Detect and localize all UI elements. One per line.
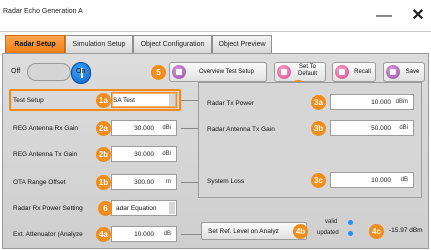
set-ref-level-label: Set Ref. Level on Analyz <box>208 228 279 235</box>
tab-simulation-setup[interactable]: Simulation Setup <box>65 35 133 53</box>
badge-2a: 2a <box>96 121 111 136</box>
connector-line <box>181 234 201 235</box>
test-setup-select[interactable]: SA Test <box>111 92 177 108</box>
window-title: Radar Echo Generation A <box>3 8 83 15</box>
badge-4c: 4c <box>369 224 384 239</box>
radar-antenna-tx-gain-unit: dBi <box>399 125 408 131</box>
system-loss-value: 10.000 <box>371 177 391 184</box>
save-label: Save <box>405 69 420 75</box>
save-button[interactable]: Save <box>383 62 425 82</box>
ext-attenuator-field[interactable]: 10.000 dB <box>111 226 177 242</box>
radar-tx-power-value: 10.000 <box>371 99 391 106</box>
test-setup-label: Test Setup <box>13 97 44 104</box>
system-loss-field[interactable]: 10.000 dB <box>330 172 414 188</box>
badge-1a: 1a <box>96 93 111 108</box>
rx-power-setting-select[interactable]: adar Equation <box>111 200 177 216</box>
badge-3b: 3b <box>311 121 326 136</box>
set-ref-level-button[interactable]: Set Ref. Level on Analyz <box>201 222 307 240</box>
updated-label: updated <box>317 230 339 236</box>
rx-power-setting-label: Radar Rx Power Setting <box>13 205 83 212</box>
set-default-line2: Default <box>297 71 317 77</box>
ota-range-offset-label: OTA Range Offset <box>13 179 66 186</box>
save-icon <box>386 65 400 79</box>
recall-icon <box>335 65 349 79</box>
radar-antenna-tx-gain-value: 50.000 <box>371 125 391 132</box>
overview-icon <box>172 65 186 79</box>
radar-antenna-tx-gain-field[interactable]: 50.000 dBi <box>330 120 414 136</box>
ota-range-offset-unit: m <box>166 179 171 185</box>
radar-antenna-tx-gain-label: Radar Antenna Tx Gain <box>207 126 275 133</box>
badge-4b: 4b <box>293 224 308 239</box>
connector-line <box>181 100 198 101</box>
ota-range-offset-field[interactable]: 300.00 m <box>111 174 177 190</box>
updated-indicator-icon <box>348 231 353 236</box>
connector-line <box>181 128 198 129</box>
callout-badge: 5 <box>151 65 166 80</box>
title-bar: Radar Echo Generation A — ✕ <box>0 0 431 32</box>
system-loss-label: System Loss <box>207 178 245 185</box>
radar-parameters-group: Radar Tx Power 3a 10.000 dBm Radar Anten… <box>198 82 422 198</box>
valid-indicator-icon <box>348 220 353 225</box>
overview-test-setup-button[interactable]: Overview Test Setup <box>169 62 267 82</box>
tab-radar-setup[interactable]: Radar Setup <box>5 35 65 53</box>
badge-4a: 4a <box>96 227 111 242</box>
badge-3c: 3c <box>311 173 326 188</box>
dropdown-arrow-icon <box>169 94 175 106</box>
overview-label: Overview Test Setup <box>199 69 254 75</box>
set-default-icon <box>277 65 291 79</box>
ext-attenuator-label: Ext. Attenuator (Analyze <box>13 231 83 238</box>
ota-range-offset-value: 300.00 <box>134 179 154 186</box>
recall-button[interactable]: Recall <box>332 62 376 82</box>
radar-tx-power-label: Radar Tx Power <box>207 100 254 107</box>
on-label: On <box>76 68 86 75</box>
state-toggle[interactable] <box>27 62 91 84</box>
recall-label: Recall <box>354 69 371 75</box>
reg-tx-gain-unit: dBi <box>162 151 171 157</box>
reg-tx-gain-field[interactable]: 30.000 dBi <box>111 146 177 162</box>
off-label: Off <box>11 68 21 75</box>
tab-object-preview[interactable]: Object Preview <box>212 35 272 53</box>
ext-attenuator-value: 10.000 <box>134 231 154 238</box>
result-level-value: -15.97 dBm <box>389 227 423 234</box>
dropdown-arrow-icon <box>169 202 175 214</box>
reg-rx-gain-unit: dBi <box>162 125 171 131</box>
badge-3a: 3a <box>311 95 326 110</box>
minimize-button[interactable]: — <box>370 5 398 27</box>
close-button[interactable]: ✕ <box>404 5 431 27</box>
tab-object-configuration[interactable]: Object Configuration <box>133 35 212 53</box>
system-loss-unit: dB <box>400 177 408 183</box>
badge-2b: 2b <box>96 147 111 162</box>
reg-tx-gain-value: 30.000 <box>134 151 154 158</box>
connector-line <box>181 182 198 183</box>
reg-rx-gain-value: 30.000 <box>134 125 154 132</box>
set-to-default-button[interactable]: Set To Default <box>274 62 326 82</box>
badge-1b: 1b <box>96 175 111 190</box>
set-default-line1: Set To <box>299 64 316 70</box>
rx-power-setting-value: adar Equation <box>116 205 157 212</box>
radar-tx-power-field[interactable]: 10.000 dBm <box>330 94 414 110</box>
reg-rx-gain-field[interactable]: 30.000 dBi <box>111 120 177 136</box>
test-setup-value: SA Test <box>113 97 135 104</box>
radar-tx-power-unit: dBm <box>395 99 408 105</box>
set-default-label: Set To Default <box>291 64 324 78</box>
valid-label: valid <box>325 219 338 225</box>
radar-setup-panel: Off On 5 Overview Test Setup Set To Defa… <box>2 53 429 249</box>
reg-rx-gain-label: REG Antenna Rx Gain <box>13 125 79 132</box>
ext-attenuator-unit: dB <box>163 231 171 237</box>
reg-tx-gain-label: REG Antenna Tx Gain <box>13 151 78 158</box>
